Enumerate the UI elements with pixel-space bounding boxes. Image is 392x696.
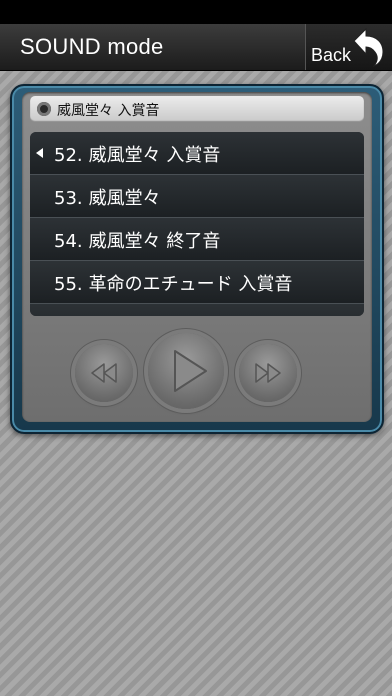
header-bar: SOUND mode Back: [0, 24, 392, 71]
track-number: 55.: [54, 274, 83, 295]
track-list[interactable]: 52. 威風堂々 入賞音 53. 威風堂々 54. 威風堂々 終了音 55. 革命のエチュード…: [30, 132, 364, 316]
play-button[interactable]: [148, 333, 224, 409]
player-inner: 威風堂々 入賞音 52. 威風堂々 入賞音 53. 威風堂々 54. 威風堂々 終了音 55…: [22, 92, 372, 422]
track-title: 威風堂々 終了音: [88, 231, 221, 252]
back-button-label: Back: [311, 45, 352, 65]
track-row[interactable]: 53. 威風堂々: [30, 175, 364, 218]
track-label: 55. 革命のエチュード 入賞音: [54, 270, 292, 296]
back-button[interactable]: Back: [305, 24, 392, 70]
status-bar: [0, 0, 392, 24]
track-label: 54. 威風堂々 終了音: [54, 227, 220, 253]
track-label: 53. 威風堂々: [54, 184, 161, 210]
track-number: 53.: [54, 188, 83, 209]
track-label: 52. 威風堂々 入賞音: [54, 141, 220, 167]
now-playing-label: 威風堂々 入賞音: [57, 103, 160, 119]
rewind-icon: [91, 363, 117, 383]
track-number: 54.: [54, 231, 83, 252]
track-row[interactable]: 56.革命のエチュード: [30, 304, 364, 316]
track-row[interactable]: 52. 威風堂々 入賞音: [30, 132, 364, 175]
track-label: 56.革命のエチュード: [54, 313, 233, 316]
track-number: 52.: [54, 145, 83, 166]
page-title: SOUND mode: [20, 34, 164, 59]
playback-controls: [22, 324, 372, 414]
play-icon: [174, 350, 207, 392]
track-title: 威風堂々: [88, 188, 161, 209]
now-playing-bar: 威風堂々 入賞音: [30, 96, 364, 122]
track-title: 革命のエチュード 入賞音: [88, 274, 293, 295]
fast-forward-icon: [255, 363, 281, 383]
circle-icon: [37, 102, 51, 116]
track-row[interactable]: 55. 革命のエチュード 入賞音: [30, 261, 364, 304]
back-arrow-icon: [353, 27, 384, 67]
speaker-icon: [36, 148, 43, 158]
track-title: 威風堂々 入賞音: [88, 145, 221, 166]
track-row[interactable]: 54. 威風堂々 終了音: [30, 218, 364, 261]
player-panel: 威風堂々 入賞音 52. 威風堂々 入賞音 53. 威風堂々 54. 威風堂々 終了音 55…: [10, 84, 384, 434]
rewind-button[interactable]: [75, 344, 133, 402]
fast-forward-button[interactable]: [239, 344, 297, 402]
